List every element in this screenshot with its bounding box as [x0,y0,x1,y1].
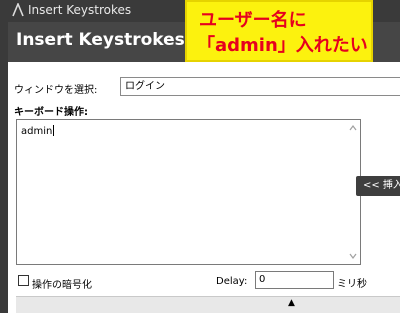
encrypt-checkbox[interactable] [18,275,29,286]
keyboard-operation-label: キーボード操作: [14,107,88,118]
delay-unit-label: ミリ秒 [337,279,367,290]
encrypt-label: 操作の暗号化 [32,280,92,291]
text-caret [53,125,55,136]
chevron-up-icon[interactable] [348,123,358,133]
annotation-callout: ユーザー名に 「admin」入れたい [185,0,373,62]
window-select-field[interactable]: ログイン [120,77,400,96]
dialog-title: Insert Keystrokes [16,30,185,50]
expand-panel-bar[interactable]: ▲ [16,296,400,313]
keystroke-textarea[interactable]: admin [16,119,361,265]
delay-label: Delay: [216,276,248,287]
window-select-label: ウィンドウを選択: [14,85,98,96]
chevron-down-icon[interactable] [348,251,358,261]
annotation-line-1: ユーザー名に [199,10,307,31]
annotation-line-2: 「admin」入れたい [197,35,368,56]
triangle-up-icon[interactable]: ▲ [288,298,295,308]
window-title: Insert Keystrokes [28,3,132,17]
keystroke-text: admin [21,125,55,137]
app-logo-icon [11,1,25,17]
background-strip [0,0,8,313]
delay-input[interactable]: 0 [255,271,334,289]
insert-button[interactable]: << 挿入 [356,176,400,196]
